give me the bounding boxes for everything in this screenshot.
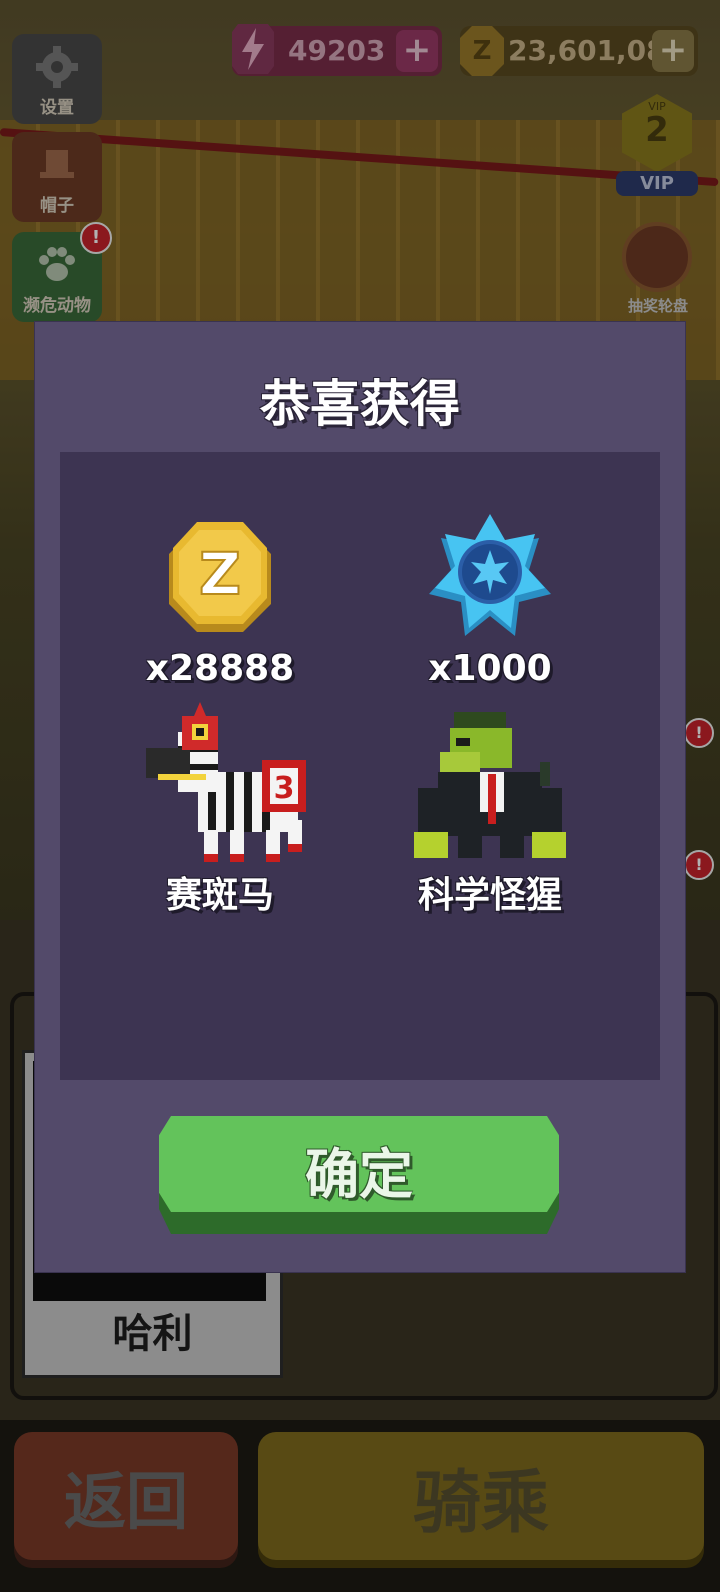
confirm-label: 确定 [305, 1143, 413, 1206]
star-gem-icon [429, 514, 551, 636]
reward-item-gorilla: 科学怪猩 [360, 702, 620, 932]
reward-dialog: 恭喜获得 Z x28888 x1000 3 赛斑马 科学怪猩 确定 [35, 322, 685, 1272]
confirm-button[interactable]: 确定 [159, 1116, 559, 1236]
reward-gorilla-name: 科学怪猩 [417, 875, 562, 916]
reward-item-coins: Z x28888 [90, 512, 350, 692]
reward-item-stars: x1000 [360, 512, 620, 692]
reward-zebra-name: 赛斑马 [165, 875, 274, 916]
reward-stars-amount: x1000 [428, 648, 552, 689]
svg-text:3: 3 [274, 771, 295, 806]
gorilla-icon [414, 712, 566, 858]
dialog-title: 恭喜获得 [260, 375, 460, 433]
reward-coins-amount: x28888 [145, 648, 295, 689]
svg-text:Z: Z [199, 540, 241, 608]
coin-icon: Z [169, 522, 271, 632]
reward-grid: Z x28888 x1000 3 赛斑马 科学怪猩 [60, 452, 660, 1080]
reward-item-zebra: 3 赛斑马 [90, 702, 350, 932]
zebra-icon: 3 [146, 702, 306, 862]
